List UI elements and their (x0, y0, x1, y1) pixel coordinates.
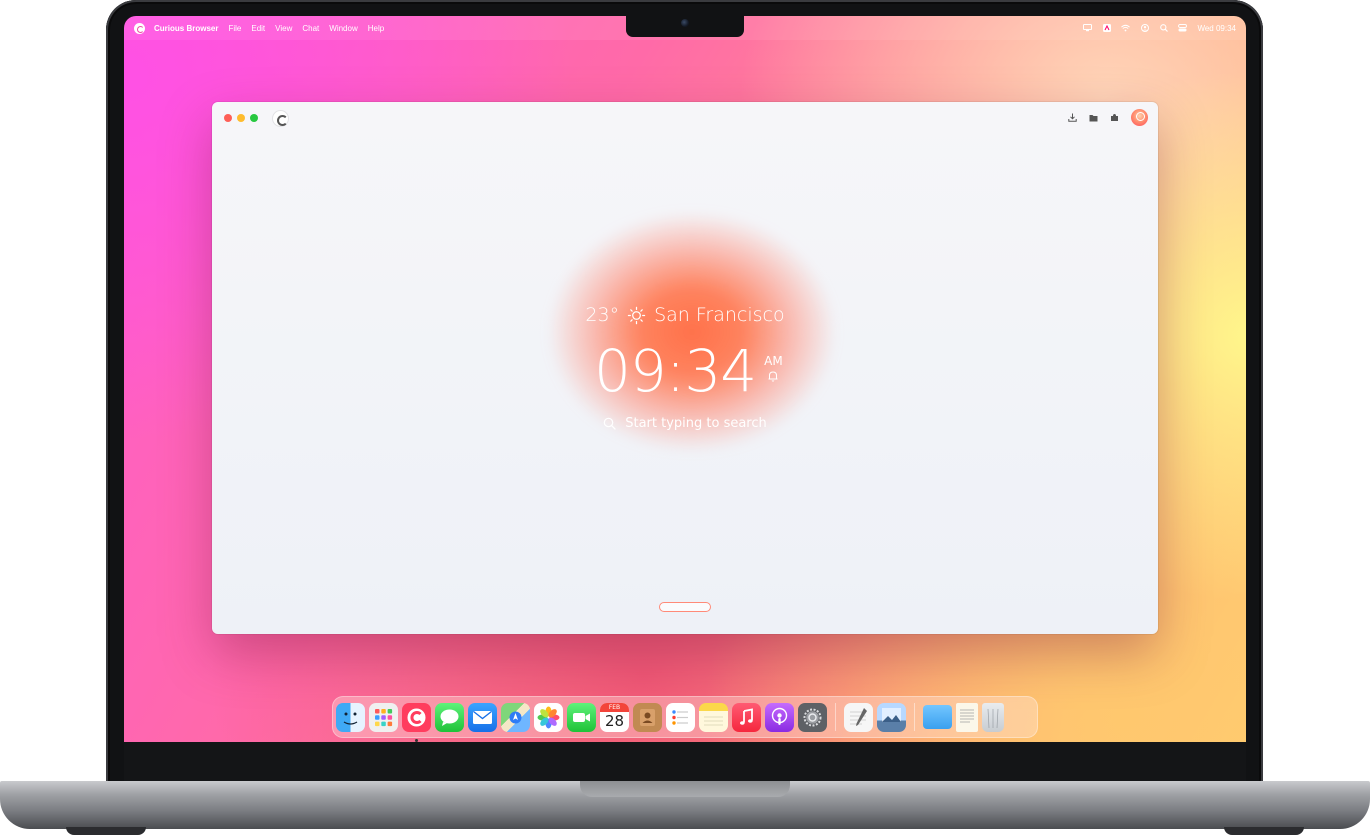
menu-help[interactable]: Help (368, 24, 384, 33)
document-icon[interactable] (956, 702, 978, 732)
close-button[interactable] (224, 114, 232, 122)
dock: FEB 28 (332, 696, 1038, 742)
menu-window[interactable]: Window (329, 24, 357, 33)
clock-widget: 09:34 AM (594, 340, 783, 402)
menu-chat[interactable]: Chat (302, 24, 319, 33)
big-clock: 09:34 (594, 337, 757, 405)
browser-logo-icon[interactable] (273, 111, 288, 126)
app-logo-icon[interactable] (134, 22, 145, 34)
ampm-label: AM (764, 354, 783, 368)
calendar-icon[interactable]: FEB 28 (600, 702, 629, 732)
browser-window: 23° San Francisco 09:34 AM Start typing … (212, 102, 1158, 634)
user-icon[interactable] (1140, 24, 1149, 32)
wifi-icon[interactable] (1121, 24, 1131, 32)
calendar-month: FEB (600, 702, 629, 712)
city-name: San Francisco (654, 304, 785, 326)
temperature: 23° (585, 304, 620, 326)
control-center-icon[interactable] (1178, 24, 1188, 32)
laptop-foot-right (1224, 827, 1304, 835)
folder-icon[interactable] (923, 705, 952, 729)
facetime-icon[interactable] (567, 702, 596, 732)
photos-icon[interactable] (534, 702, 563, 732)
launchpad-icon[interactable] (369, 702, 398, 732)
preview-icon[interactable] (877, 702, 906, 732)
camera-notch (626, 16, 744, 37)
search-placeholder[interactable]: Start typing to search (625, 416, 767, 431)
calendar-day: 28 (604, 711, 625, 730)
search-icon (603, 417, 616, 430)
minimize-button[interactable] (237, 114, 245, 122)
menu-view[interactable]: View (275, 24, 292, 33)
input-source-icon[interactable] (1102, 24, 1111, 32)
camera-icon (681, 19, 689, 27)
settings-icon[interactable] (798, 702, 827, 732)
menu-clock[interactable]: Wed 09:34 (1197, 24, 1236, 33)
profile-avatar[interactable] (1131, 109, 1148, 126)
spotlight-search-icon[interactable] (1159, 24, 1168, 32)
folder-icon[interactable] (1089, 113, 1098, 122)
maps-icon[interactable] (501, 702, 530, 732)
music-icon[interactable] (732, 702, 761, 732)
menu-app-name[interactable]: Curious Browser (154, 24, 218, 33)
laptop-chin (124, 742, 1246, 782)
ampm-column: AM (764, 340, 783, 383)
fullscreen-button[interactable] (250, 114, 258, 122)
display-icon[interactable] (1083, 24, 1093, 32)
contacts-icon[interactable] (633, 702, 662, 732)
weather-widget[interactable]: 23° San Francisco (212, 304, 1158, 326)
podcasts-icon[interactable] (765, 702, 794, 732)
laptop-opening-notch (580, 781, 790, 797)
search-bar[interactable]: Start typing to search (212, 416, 1158, 431)
textedit-icon[interactable] (844, 702, 873, 732)
finder-icon[interactable] (336, 702, 365, 732)
dock-separator (835, 703, 836, 731)
browser-toolbar (1068, 109, 1148, 126)
laptop-foot-left (66, 827, 146, 835)
mail-icon[interactable] (468, 702, 497, 732)
bell-icon[interactable] (766, 369, 780, 383)
reminders-icon[interactable] (666, 702, 695, 732)
desktop-screen: Curious Browser File Edit View Chat Wind… (124, 16, 1246, 742)
menu-status-area: Wed 09:34 (1083, 24, 1236, 33)
ambient-glow (512, 182, 872, 482)
running-indicator (415, 738, 418, 742)
menu-file[interactable]: File (228, 24, 241, 33)
dock-separator (914, 703, 915, 731)
trash-icon[interactable] (982, 702, 1004, 732)
download-icon[interactable] (1068, 113, 1077, 122)
messages-icon[interactable] (435, 702, 464, 732)
extensions-icon[interactable] (1110, 113, 1119, 122)
window-controls (224, 114, 258, 122)
notes-icon[interactable] (699, 702, 728, 732)
menu-edit[interactable]: Edit (251, 24, 265, 33)
curious-browser-icon[interactable] (402, 702, 431, 742)
sun-icon (627, 306, 646, 324)
home-indicator[interactable] (659, 602, 711, 612)
